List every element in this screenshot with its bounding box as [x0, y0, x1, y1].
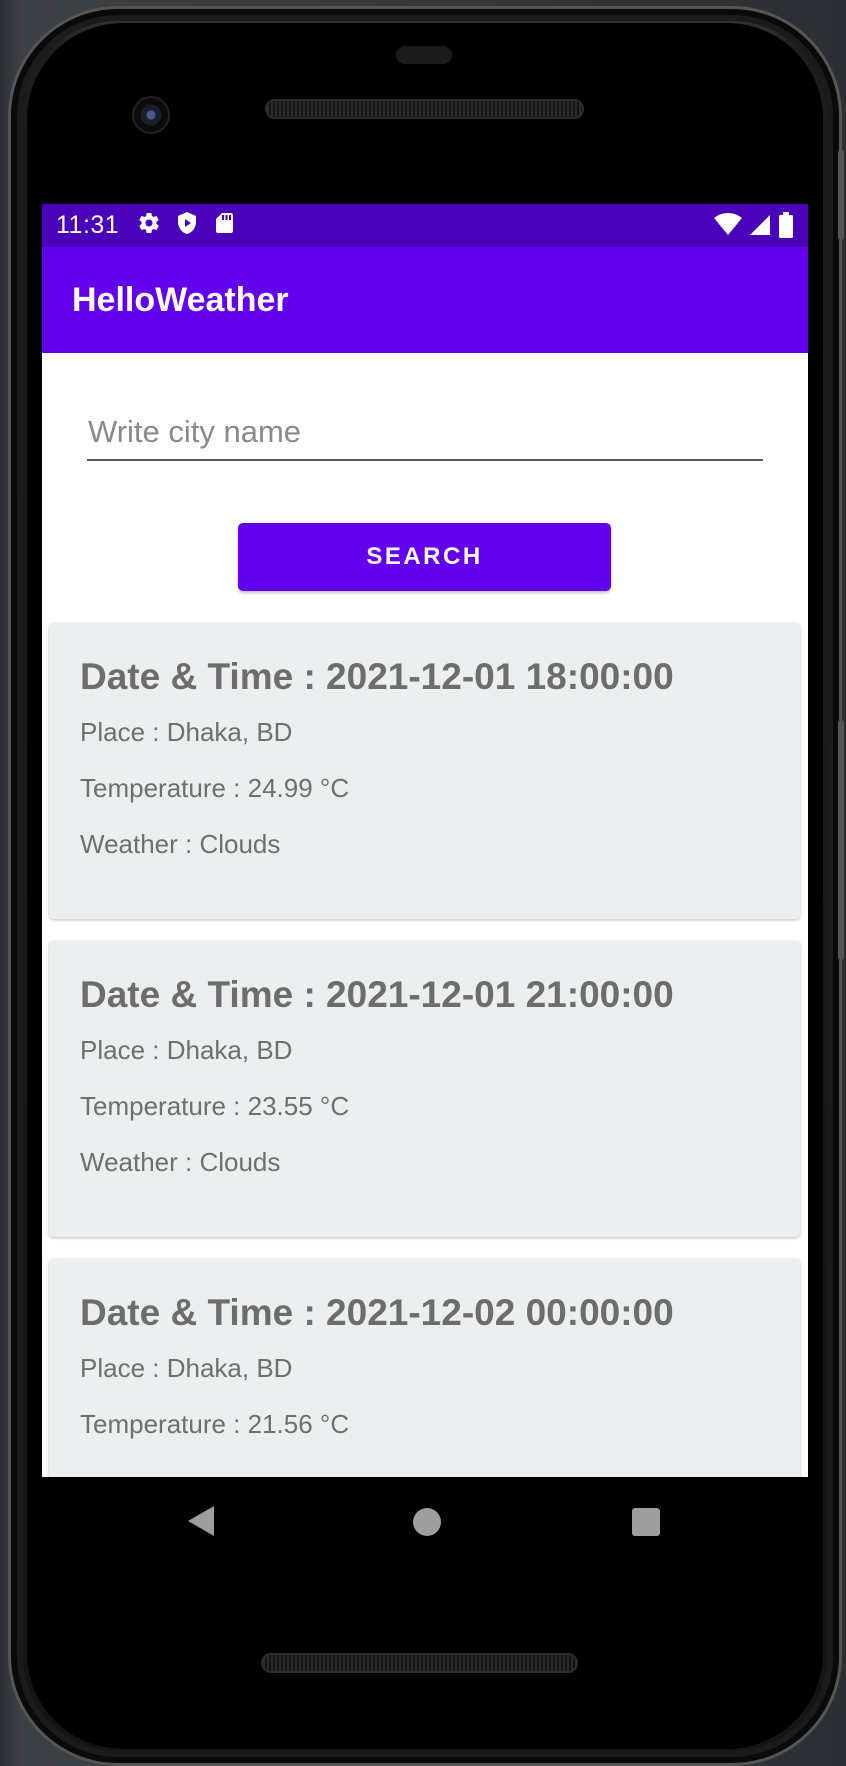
- status-bar: 11:31: [42, 204, 808, 247]
- city-input-underline: [87, 405, 763, 461]
- forecast-place: Place : Dhaka, BD: [80, 1353, 293, 1383]
- volume-button: [838, 720, 844, 960]
- navigation-bar: [42, 1477, 808, 1567]
- main-content: SEARCH Date & Time : 2021-12-01 18:00:00…: [42, 353, 808, 1477]
- back-icon[interactable]: [188, 1506, 214, 1536]
- recents-icon[interactable]: [632, 1508, 660, 1536]
- forecast-card[interactable]: Date & Time : 2021-12-02 00:00:00 Place …: [49, 1259, 800, 1477]
- signal-icon: [748, 213, 772, 242]
- status-notification-icons: [137, 211, 235, 240]
- city-name-input[interactable]: [87, 405, 763, 459]
- power-button: [838, 150, 844, 240]
- status-system-icons: [714, 212, 794, 243]
- forecast-place: Place : Dhaka, BD: [80, 717, 293, 747]
- forecast-place: Place : Dhaka, BD: [80, 1035, 293, 1065]
- app-title: HelloWeather: [72, 280, 289, 319]
- forecast-weather: Weather : Clouds: [80, 829, 281, 859]
- forecast-datetime: Date & Time : 2021-12-01 21:00:00: [80, 974, 674, 1015]
- sensor-slot: [396, 46, 452, 64]
- earpiece-speaker: [265, 99, 584, 119]
- forecast-card[interactable]: Date & Time : 2021-12-01 21:00:00 Place …: [49, 941, 800, 1237]
- sd-card-icon: [213, 211, 235, 240]
- shield-play-icon: [175, 211, 199, 240]
- forecast-temperature: Temperature : 24.99 °C: [80, 773, 350, 803]
- forecast-temperature: Temperature : 21.56 °C: [80, 1409, 350, 1439]
- status-time: 11:31: [56, 211, 120, 239]
- forecast-temperature: Temperature : 23.55 °C: [80, 1091, 350, 1121]
- device-screen: 11:31 HelloWeather Write city name SEARC…: [42, 204, 808, 1477]
- app-toolbar: HelloWeather: [42, 247, 808, 353]
- bottom-speaker: [261, 1653, 578, 1673]
- search-button[interactable]: SEARCH: [238, 523, 611, 591]
- wifi-icon: [714, 213, 742, 242]
- battery-icon: [778, 212, 794, 243]
- home-icon[interactable]: [413, 1508, 441, 1536]
- forecast-datetime: Date & Time : 2021-12-01 18:00:00: [80, 656, 674, 697]
- gear-icon: [137, 211, 161, 240]
- forecast-card[interactable]: Date & Time : 2021-12-01 18:00:00 Place …: [49, 623, 800, 919]
- front-camera: [132, 96, 170, 134]
- forecast-weather: Weather : Clouds: [80, 1147, 281, 1177]
- forecast-datetime: Date & Time : 2021-12-02 00:00:00: [80, 1292, 674, 1333]
